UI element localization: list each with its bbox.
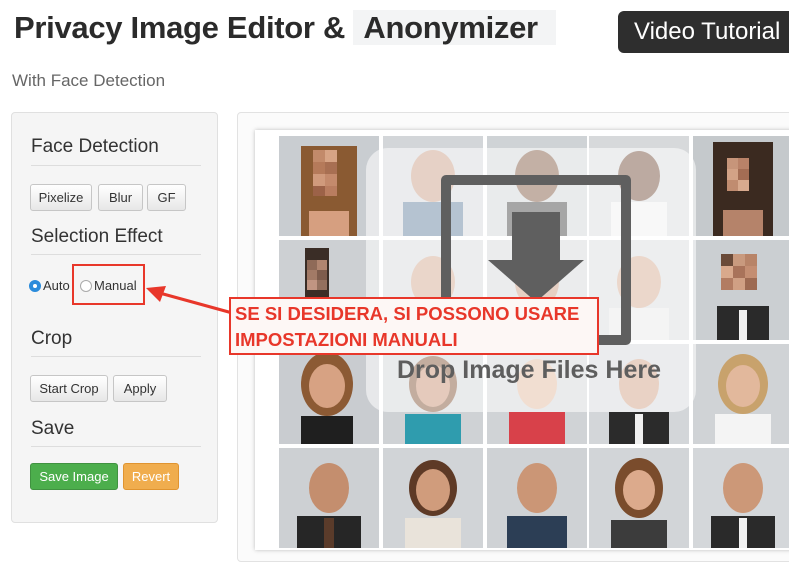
photo-face xyxy=(693,344,789,444)
photo-face xyxy=(589,448,689,548)
annotation-line-2: IMPOSTAZIONI MANUALI xyxy=(235,329,458,350)
page-subtitle: With Face Detection xyxy=(12,71,166,90)
video-tutorial-button[interactable]: Video Tutorial xyxy=(618,11,789,53)
crop-heading: Crop xyxy=(31,328,73,349)
pixelize-button[interactable]: Pixelize xyxy=(30,184,92,211)
annotation-line-1: SE SI DESIDERA, SI POSSONO USARE xyxy=(235,303,580,324)
photo-face xyxy=(693,448,789,548)
revert-button[interactable]: Revert xyxy=(123,463,179,490)
callout-arrow-icon xyxy=(146,286,237,316)
title-anonymizer: Anonymizer xyxy=(353,10,556,45)
photo-face xyxy=(383,448,483,548)
photo-face xyxy=(487,448,587,548)
radio-auto-label[interactable]: Auto xyxy=(43,277,70,295)
divider xyxy=(31,254,201,255)
manual-highlight-box xyxy=(72,264,145,305)
save-heading: Save xyxy=(31,418,75,439)
drop-zone-label: Drop Image Files Here xyxy=(397,356,661,384)
photo-face xyxy=(279,448,379,548)
divider xyxy=(31,446,201,447)
title-main: Privacy Image Editor & xyxy=(14,10,354,45)
gf-button[interactable]: GF xyxy=(147,184,186,211)
photo-face-pixelated xyxy=(693,240,789,340)
start-crop-button[interactable]: Start Crop xyxy=(30,375,108,402)
annotation-callout: SE SI DESIDERA, SI POSSONO USARE IMPOSTA… xyxy=(229,297,599,355)
photo-face-pixelated xyxy=(279,136,379,236)
photo-face-pixelated xyxy=(693,136,789,236)
blur-button[interactable]: Blur xyxy=(98,184,143,211)
selection-effect-heading: Selection Effect xyxy=(31,226,163,247)
apply-button[interactable]: Apply xyxy=(113,375,167,402)
photo-face xyxy=(279,344,379,444)
face-detection-heading: Face Detection xyxy=(31,136,159,157)
page-title: Privacy Image Editor & Anonymizer xyxy=(14,10,556,46)
divider xyxy=(31,356,201,357)
save-image-button[interactable]: Save Image xyxy=(30,463,118,490)
radio-auto[interactable] xyxy=(29,280,41,292)
divider xyxy=(31,165,201,166)
